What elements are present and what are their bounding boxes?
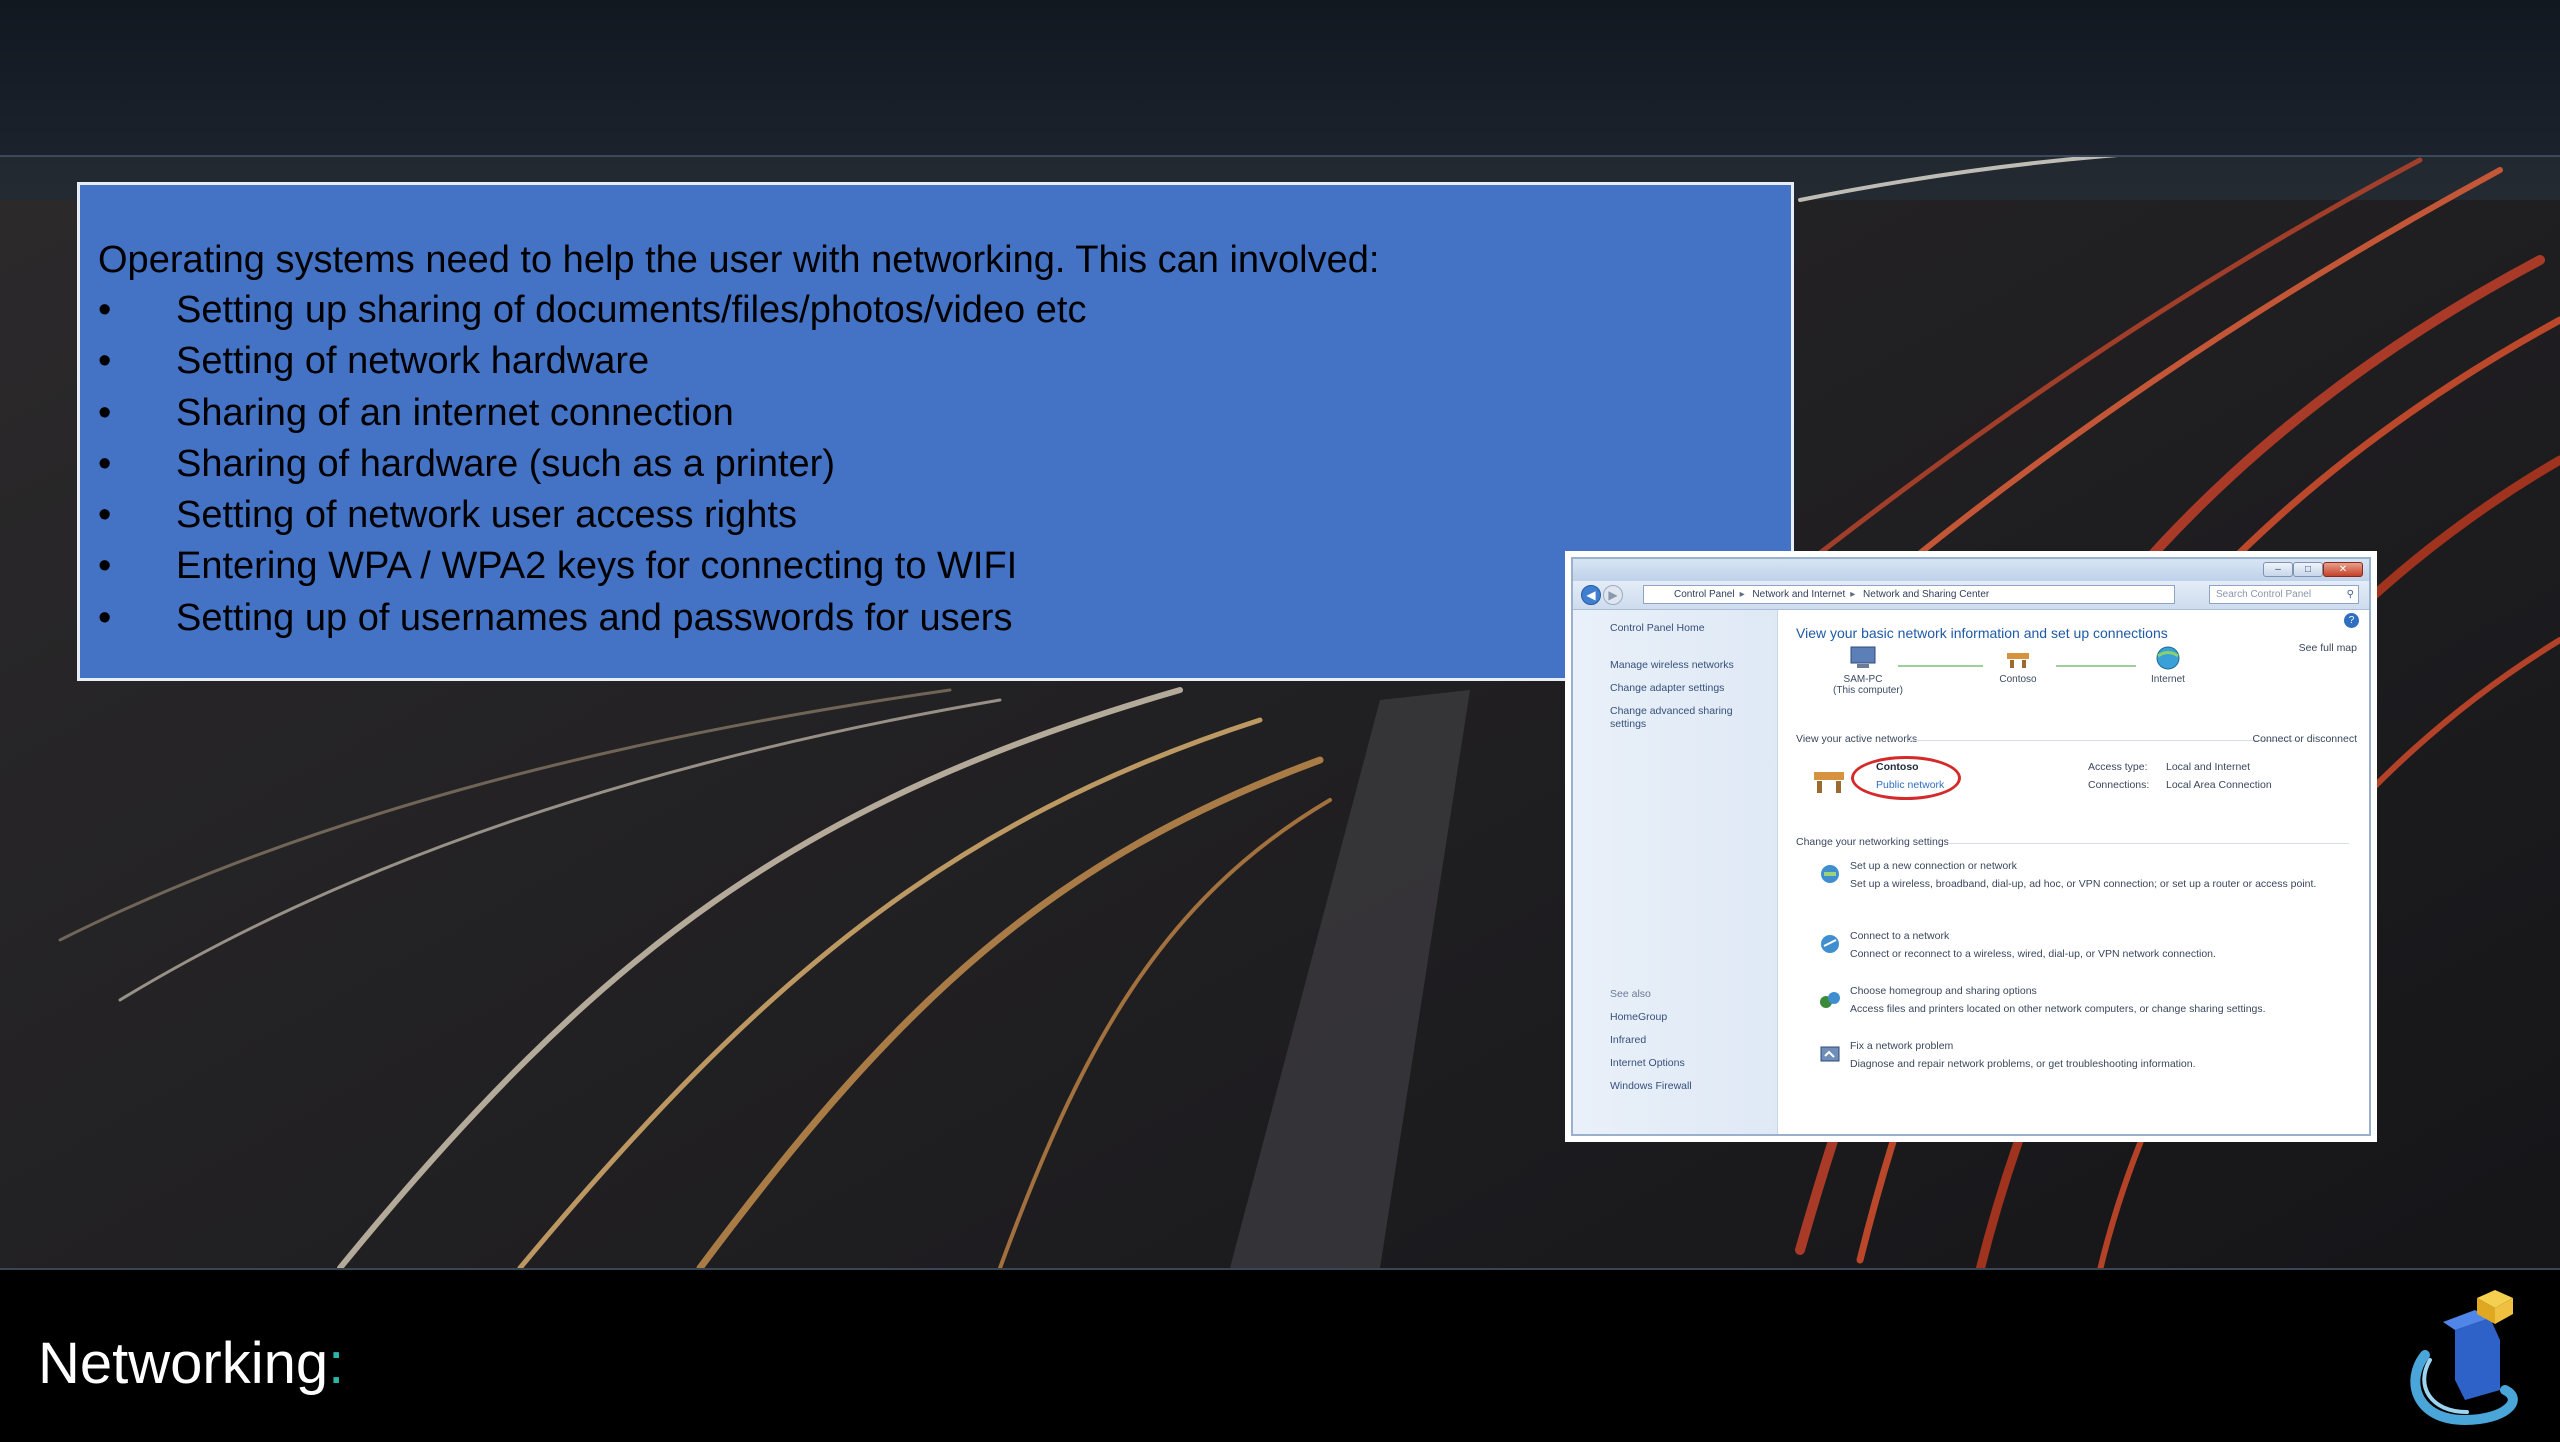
connect-network-icon <box>1821 935 1839 953</box>
task-description: Diagnose and repair network problems, or… <box>1850 1058 2196 1070</box>
task-link-fix-problem[interactable]: Fix a network problem <box>1850 1040 1953 1052</box>
navigation-bar: ◀ ▶ Control Panel ▸ Network and Internet ▸… <box>1573 581 2369 610</box>
list-item: • Entering WPA / WPA2 keys for connecting… <box>98 541 1086 592</box>
see-also-heading: See also <box>1610 988 1651 1000</box>
bullet-glyph: • <box>98 340 112 383</box>
bullet-glyph: • <box>98 596 112 639</box>
setup-connection-icon <box>1821 865 1839 883</box>
intro-text: Operating systems need to help the user … <box>98 239 1380 281</box>
bullet-glyph: • <box>98 442 112 485</box>
bullet-glyph: • <box>98 391 112 434</box>
sidebar-item-manage-wireless[interactable]: Manage wireless networks <box>1610 659 1734 671</box>
see-full-map-link[interactable]: See full map <box>2299 642 2357 654</box>
window-titlebar: – □ ✕ <box>1573 559 2369 581</box>
connection-line <box>1898 665 1983 667</box>
sidebar-item-windows-firewall[interactable]: Windows Firewall <box>1610 1080 1692 1092</box>
page-title: Networking: <box>38 1331 345 1396</box>
globe-icon <box>2156 646 2180 670</box>
forward-arrow-icon[interactable]: ▶ <box>1603 585 1623 605</box>
sidebar-item-infrared[interactable]: Infrared <box>1610 1034 1646 1046</box>
network-node[interactable]: Contoso <box>1988 645 2048 685</box>
list-item: • Sharing of hardware (such as a printer) <box>98 439 1086 490</box>
network-name: Contoso <box>1876 761 1919 773</box>
sidebar: Control Panel Home Manage wireless netwo… <box>1573 610 1778 1134</box>
network-bench-icon <box>1814 772 1844 793</box>
list-item: • Setting up of usernames and passwords f… <box>98 593 1086 644</box>
search-input[interactable]: Search Control Panel ⚲ <box>2209 585 2359 604</box>
sidebar-item-adapter-settings[interactable]: Change adapter settings <box>1610 682 1724 694</box>
homegroup-icon <box>1820 992 1840 1008</box>
help-icon[interactable]: ? <box>2344 613 2359 628</box>
computer-node[interactable]: SAM-PC (This computer) <box>1833 645 1903 696</box>
change-settings-heading: Change your networking settings <box>1796 836 1949 848</box>
computer-icon <box>1850 646 1876 668</box>
connection-line <box>2056 665 2136 667</box>
search-icon: ⚲ <box>2346 589 2354 600</box>
page-title: View your basic network information and … <box>1796 625 2168 641</box>
task-link-connect-network[interactable]: Connect to a network <box>1850 930 1949 942</box>
list-item: • Sharing of an internet connection <box>98 388 1086 439</box>
cube-logo-icon <box>2410 1290 2518 1426</box>
explorer-window: – □ ✕ ◀ ▶ Control Panel ▸ Network and Int… <box>1571 557 2371 1136</box>
network-sharing-center-screenshot: – □ ✕ ◀ ▶ Control Panel ▸ Network and Int… <box>1565 551 2377 1142</box>
address-bar[interactable]: Control Panel ▸ Network and Internet ▸ Net… <box>1643 585 2175 604</box>
task-description: Access files and printers located on oth… <box>1850 1003 2266 1015</box>
bullet-glyph: • <box>98 289 112 331</box>
troubleshoot-icon <box>1820 1046 1840 1062</box>
active-networks-heading: View your active networks <box>1796 733 1918 745</box>
maximize-button[interactable]: □ <box>2293 562 2323 577</box>
title-bar: Networking: <box>0 1268 2560 1442</box>
minimize-button[interactable]: – <box>2263 562 2293 577</box>
breadcrumb-item[interactable]: Control Panel <box>1674 589 1735 600</box>
sidebar-item-home[interactable]: Control Panel Home <box>1610 622 1705 634</box>
list-item: • Setting up sharing of documents/files/p… <box>98 285 1086 336</box>
connections-label: Connections: <box>2088 779 2150 791</box>
task-link-setup-connection[interactable]: Set up a new connection or network <box>1850 860 2017 872</box>
list-item: • Setting of network hardware <box>98 336 1086 387</box>
bullet-glyph: • <box>98 545 112 588</box>
access-type-value: Local and Internet <box>2166 761 2251 773</box>
close-button[interactable]: ✕ <box>2323 562 2363 577</box>
connections-link[interactable]: Local Area Connection <box>2166 779 2272 791</box>
task-description: Set up a wireless, broadband, dial-up, a… <box>1850 878 2317 890</box>
sidebar-item-homegroup[interactable]: HomeGroup <box>1610 1011 1667 1023</box>
access-type-label: Access type: <box>2088 761 2148 773</box>
bullet-list: • Setting up sharing of documents/files/p… <box>98 285 1086 644</box>
breadcrumb-item[interactable]: Network and Sharing Center <box>1863 589 1989 600</box>
title-colon: : <box>328 1331 345 1396</box>
task-description: Connect or reconnect to a wireless, wire… <box>1850 948 2216 960</box>
network-bench-icon <box>2007 653 2029 668</box>
network-type-link[interactable]: Public network <box>1876 779 1944 791</box>
bullet-glyph: • <box>98 494 112 537</box>
connect-disconnect-link[interactable]: Connect or disconnect <box>2253 733 2357 745</box>
divider <box>1948 843 2349 844</box>
back-arrow-icon[interactable]: ◀ <box>1581 585 1601 605</box>
sidebar-item-advanced-sharing[interactable]: Change advanced sharing settings <box>1610 705 1760 731</box>
divider <box>1908 740 2299 741</box>
content-panel: Operating systems need to help the user … <box>77 182 1794 681</box>
main-content: ? View your basic network information an… <box>1778 610 2369 1134</box>
list-item: • Setting of network user access rights <box>98 490 1086 541</box>
top-band <box>0 0 2560 157</box>
task-link-homegroup[interactable]: Choose homegroup and sharing options <box>1850 985 2037 997</box>
internet-node[interactable]: Internet <box>2138 645 2198 685</box>
sidebar-item-internet-options[interactable]: Internet Options <box>1610 1057 1685 1069</box>
breadcrumb-item[interactable]: Network and Internet <box>1752 589 1845 600</box>
